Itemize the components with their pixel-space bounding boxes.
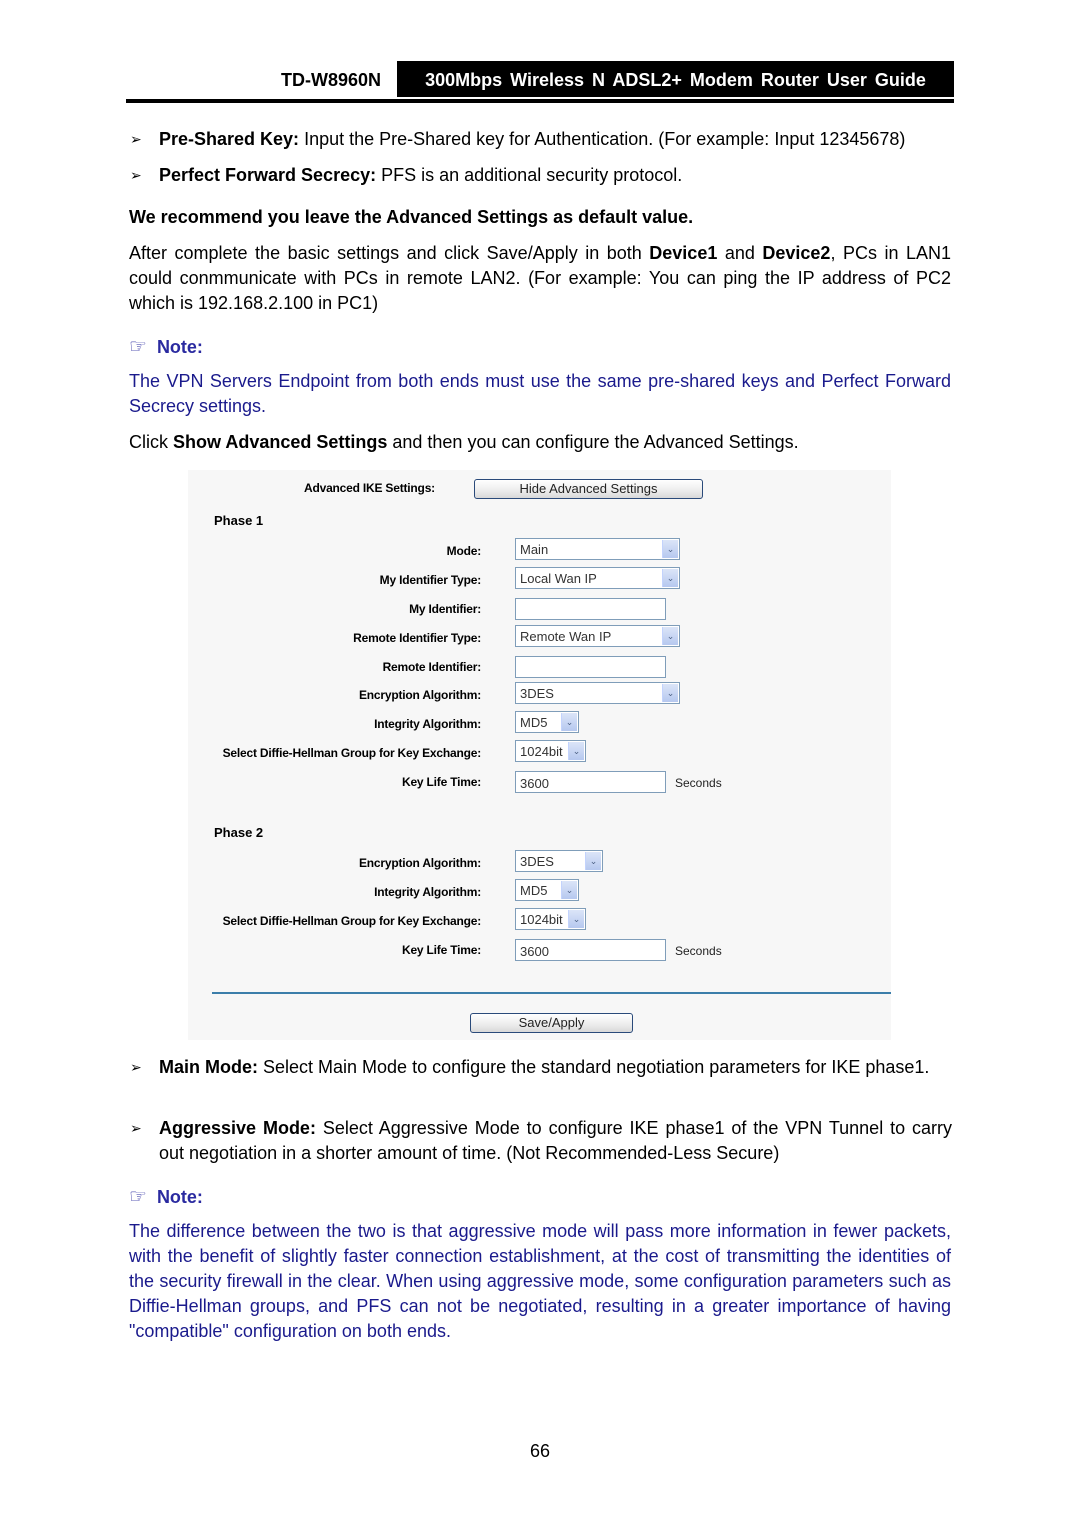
chevron-down-icon: ⌄ xyxy=(568,910,584,928)
chevron-down-icon: ⌄ xyxy=(561,713,577,731)
text-span: and xyxy=(717,243,763,263)
show-advanced-text: Show Advanced Settings xyxy=(173,432,388,452)
after-paragraph: After complete the basic settings and cl… xyxy=(129,241,951,316)
select-value: Remote Wan IP xyxy=(520,629,612,644)
bullet-term: Main Mode: xyxy=(159,1057,258,1077)
remote-identifier-type-select[interactable]: Remote Wan IP ⌄ xyxy=(515,625,680,647)
select-value: 3DES xyxy=(520,686,554,701)
phase2-integrity-select[interactable]: MD5 ⌄ xyxy=(515,879,579,901)
select-value: MD5 xyxy=(520,715,548,730)
remote-identifier-label: Remote Identifier: xyxy=(382,660,482,674)
bullet-text: Select Main Mode to configure the standa… xyxy=(258,1057,930,1077)
my-identifier-input[interactable] xyxy=(515,598,666,620)
phase2-encryption-label: Encryption Algorithm: xyxy=(358,856,481,870)
phase2-dh-group-select[interactable]: 1024bit ⌄ xyxy=(515,908,586,930)
bullet-arrow-icon: ➢ xyxy=(130,131,142,147)
chevron-down-icon: ⌄ xyxy=(662,540,678,558)
note-text: The difference between the two is that a… xyxy=(129,1221,951,1341)
note-heading: ☞ Note: xyxy=(129,334,203,359)
click-paragraph: Click Show Advanced Settings and then yo… xyxy=(129,430,951,455)
bullet-term: Pre-Shared Key: xyxy=(159,129,300,149)
device2-text: Device2 xyxy=(762,243,831,263)
chevron-down-icon: ⌄ xyxy=(561,881,577,899)
device1-text: Device1 xyxy=(649,243,718,263)
bullet-pfs: ➢ Perfect Forward Secrecy: PFS is an add… xyxy=(130,163,952,188)
phase1-dh-group-label: Select Diffie-Hellman Group for Key Exch… xyxy=(222,746,482,760)
header-rule xyxy=(126,99,954,103)
select-value: 3DES xyxy=(520,854,554,869)
bullet-pre-shared-key: ➢ Pre-Shared Key: Input the Pre-Shared k… xyxy=(130,127,952,152)
bullet-text: PFS is an additional security protocol. xyxy=(376,165,683,185)
save-apply-button[interactable]: Save/Apply xyxy=(470,1013,633,1033)
phase2-key-life-time-input[interactable]: 3600 xyxy=(515,939,666,961)
phase1-encryption-select[interactable]: 3DES ⌄ xyxy=(515,682,680,704)
page-header: TD-W8960N 300Mbps Wireless N ADSL2+ Mode… xyxy=(126,61,954,99)
note-label: Note: xyxy=(156,1187,203,1207)
pointing-hand-icon: ☞ xyxy=(129,336,147,358)
page-number: 66 xyxy=(529,1441,551,1461)
advanced-ike-label: Advanced IKE Settings: xyxy=(304,481,435,495)
phase1-dh-group-select[interactable]: 1024bit ⌄ xyxy=(515,740,586,762)
bullet-term: Perfect Forward Secrecy: xyxy=(159,165,377,185)
advanced-ike-settings-screenshot: Advanced IKE Settings: Hide Advanced Set… xyxy=(188,470,891,1040)
recommend-heading: We recommend you leave the Advanced Sett… xyxy=(129,207,694,227)
bullet-arrow-icon: ➢ xyxy=(130,167,142,183)
phase2-title: Phase 2 xyxy=(214,825,264,840)
remote-identifier-type-label: Remote Identifier Type: xyxy=(353,631,481,645)
seconds-unit: Seconds xyxy=(675,944,722,958)
mode-label: Mode: xyxy=(446,544,482,558)
select-value: 1024bit xyxy=(520,744,563,759)
my-identifier-type-label: My Identifier Type: xyxy=(379,573,482,587)
chevron-down-icon: ⌄ xyxy=(662,569,678,587)
bullet-term: Aggressive Mode: xyxy=(159,1118,316,1138)
phase1-key-life-time-input[interactable]: 3600 xyxy=(515,771,666,793)
phase1-title: Phase 1 xyxy=(214,513,264,528)
phase1-key-life-time-label: Key Life Time: xyxy=(401,775,481,789)
select-value: 1024bit xyxy=(520,912,563,927)
chevron-down-icon: ⌄ xyxy=(585,852,601,870)
bullet-text: Input the Pre-Shared key for Authenticat… xyxy=(299,129,906,149)
mode-select[interactable]: Main ⌄ xyxy=(515,538,680,560)
guide-title: 300Mbps Wireless N ADSL2+ Modem Router U… xyxy=(397,61,954,97)
select-value: MD5 xyxy=(520,883,548,898)
input-value: 3600 xyxy=(520,944,549,959)
chevron-down-icon: ⌄ xyxy=(662,684,678,702)
model-name: TD-W8960N xyxy=(281,70,382,90)
phase1-encryption-label: Encryption Algorithm: xyxy=(358,688,481,702)
note-text: The VPN Servers Endpoint from both ends … xyxy=(129,371,951,416)
select-value: Local Wan IP xyxy=(520,571,597,586)
phase1-integrity-label: Integrity Algorithm: xyxy=(374,717,481,731)
pointing-hand-icon: ☞ xyxy=(129,1186,147,1208)
text-span: Click xyxy=(129,432,173,452)
bullet-main-mode: ➢ Main Mode: Select Main Mode to configu… xyxy=(130,1055,952,1080)
phase2-key-life-time-label: Key Life Time: xyxy=(401,943,481,957)
phase1-integrity-select[interactable]: MD5 ⌄ xyxy=(515,711,579,733)
input-value: 3600 xyxy=(520,776,549,791)
chevron-down-icon: ⌄ xyxy=(568,742,584,760)
section-divider xyxy=(212,992,891,994)
text-span: and then you can configure the Advanced … xyxy=(387,432,799,452)
select-value: Main xyxy=(520,542,549,557)
bullet-arrow-icon: ➢ xyxy=(130,1120,142,1136)
remote-identifier-input[interactable] xyxy=(515,656,666,678)
phase2-encryption-select[interactable]: 3DES ⌄ xyxy=(515,850,603,872)
seconds-unit: Seconds xyxy=(675,776,722,790)
phase2-dh-group-label: Select Diffie-Hellman Group for Key Exch… xyxy=(222,914,482,928)
bullet-aggressive-mode: ➢ Aggressive Mode: Select Aggressive Mod… xyxy=(130,1116,952,1166)
note-label: Note: xyxy=(156,337,203,357)
chevron-down-icon: ⌄ xyxy=(662,627,678,645)
text-span: After complete the basic settings and cl… xyxy=(129,243,650,263)
my-identifier-label: My Identifier: xyxy=(409,602,481,616)
hide-advanced-settings-button[interactable]: Hide Advanced Settings xyxy=(474,479,703,499)
my-identifier-type-select[interactable]: Local Wan IP ⌄ xyxy=(515,567,680,589)
bullet-arrow-icon: ➢ xyxy=(130,1059,142,1075)
phase2-integrity-label: Integrity Algorithm: xyxy=(374,885,481,899)
note-heading: ☞ Note: xyxy=(129,1184,203,1209)
